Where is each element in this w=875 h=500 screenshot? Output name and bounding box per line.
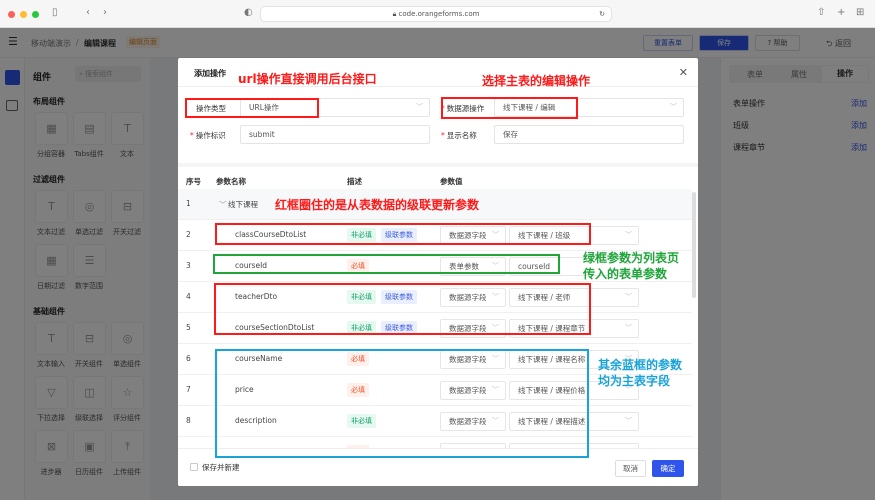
row-index: 5 bbox=[186, 323, 191, 332]
shield-icon[interactable]: ◐ bbox=[244, 7, 253, 18]
dialog-title: 添加操作 bbox=[194, 69, 226, 78]
header-index: 序号 bbox=[186, 177, 201, 186]
address-bar[interactable]: 🔒︎ code.orangeforms.com ↻ bbox=[260, 6, 612, 22]
expand-chevron-icon[interactable]: ﹀ bbox=[219, 199, 227, 210]
url-text: code.orangeforms.com bbox=[398, 10, 480, 18]
annotation-green-note: 传入的表单参数 bbox=[583, 267, 668, 281]
annotation-box-red bbox=[185, 98, 319, 118]
annotation-url-note: url操作直接调用后台接口 bbox=[238, 72, 377, 86]
display-name-input[interactable]: 保存 bbox=[494, 125, 684, 144]
annotation-box-red bbox=[214, 283, 591, 335]
tab-overview-icon[interactable]: ⊞ bbox=[856, 7, 864, 18]
close-window-button[interactable] bbox=[8, 11, 15, 18]
reload-icon[interactable]: ↻ bbox=[599, 7, 605, 21]
annotation-red-note: 红框圈住的是从表数据的级联更新参数 bbox=[275, 198, 480, 212]
divider bbox=[178, 163, 698, 167]
sidebar-toggle-icon[interactable]: ▯ bbox=[52, 7, 58, 18]
save-and-new-checkbox[interactable] bbox=[190, 463, 198, 471]
row-index: 7 bbox=[186, 385, 191, 394]
maximize-window-button[interactable] bbox=[32, 11, 39, 18]
close-icon[interactable]: ✕ bbox=[679, 66, 688, 79]
row-index: 4 bbox=[186, 292, 191, 301]
chevron-down-icon: ﹀ bbox=[625, 293, 632, 301]
annotation-box-green bbox=[213, 254, 560, 274]
annotation-box-red bbox=[215, 223, 591, 245]
row-index: 2 bbox=[186, 230, 191, 239]
action-id-label: * 操作标识 bbox=[190, 131, 226, 140]
annotation-box-red bbox=[441, 97, 578, 119]
header-param-name: 参数名称 bbox=[216, 177, 246, 186]
browser-toolbar: ▯ ‹ › ◐ 🔒︎ code.orangeforms.com ↻ ⇧ + ⊞ bbox=[0, 0, 875, 28]
chevron-down-icon: ﹀ bbox=[625, 417, 632, 425]
display-name-label-text: 显示名称 bbox=[446, 131, 477, 140]
new-tab-icon[interactable]: + bbox=[837, 7, 845, 18]
annotation-blue-note: 均为主表字段 bbox=[598, 374, 671, 388]
save-and-new-label[interactable]: 保存并新建 bbox=[202, 462, 240, 473]
row-index: 8 bbox=[186, 416, 191, 425]
row-index: 1 bbox=[186, 199, 191, 208]
annotation-green-note: 绿框参数为列表页 bbox=[583, 251, 680, 265]
annotation-datasource-note: 选择主表的编辑操作 bbox=[482, 74, 591, 88]
chevron-down-icon: ﹀ bbox=[625, 324, 632, 332]
share-icon[interactable]: ⇧ bbox=[817, 7, 825, 18]
confirm-button[interactable]: 确定 bbox=[652, 460, 684, 477]
cancel-button[interactable]: 取消 bbox=[615, 460, 646, 477]
group-name: 线下课程 bbox=[228, 200, 258, 209]
annotation-blue-note: 其余蓝框的参数 bbox=[598, 358, 683, 372]
action-id-input[interactable]: submit bbox=[240, 125, 430, 144]
chevron-down-icon: ﹀ bbox=[625, 231, 632, 239]
forward-icon[interactable]: › bbox=[103, 7, 107, 18]
display-name-label: * 显示名称 bbox=[441, 131, 477, 140]
header-description: 描述 bbox=[347, 177, 362, 186]
back-icon[interactable]: ‹ bbox=[86, 7, 90, 18]
table-scrollbar[interactable] bbox=[692, 192, 696, 298]
row-index: 3 bbox=[186, 261, 191, 270]
chevron-down-icon: ﹀ bbox=[416, 103, 423, 111]
chevron-down-icon: ﹀ bbox=[670, 103, 677, 111]
minimize-window-button[interactable] bbox=[20, 11, 27, 18]
header-param-value: 参数值 bbox=[440, 177, 463, 186]
annotation-box-blue bbox=[215, 349, 589, 458]
row-index: 6 bbox=[186, 354, 191, 363]
action-id-label-text: 操作标识 bbox=[195, 131, 226, 140]
